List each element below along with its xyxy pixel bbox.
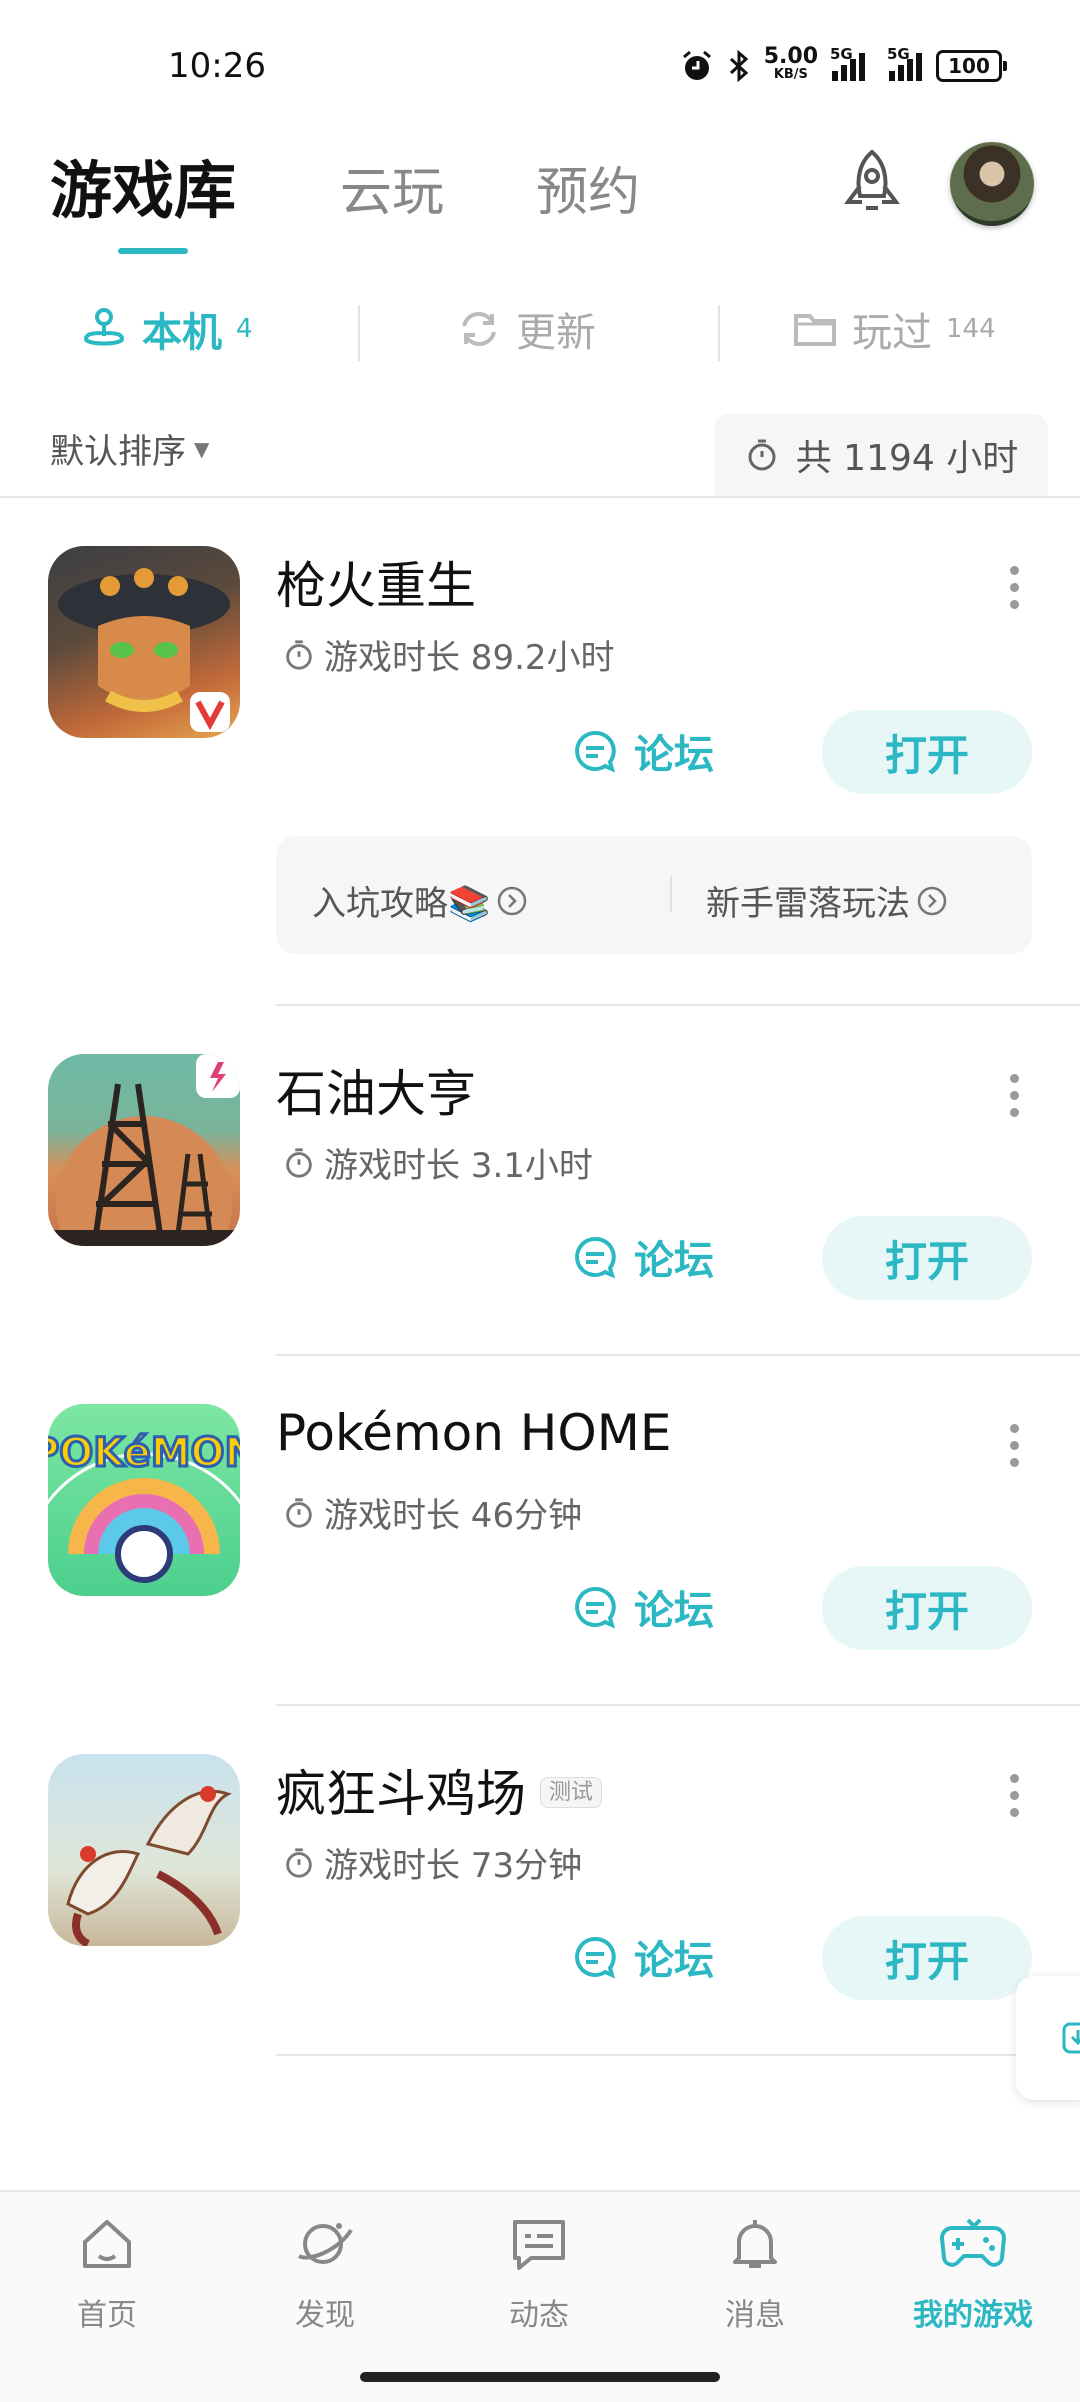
strategy-links: 入坑攻略📚 新手雷落玩法 (276, 836, 1032, 954)
game-playtime: 游戏时长 46分钟 (282, 1488, 582, 1537)
avatar[interactable] (950, 142, 1034, 226)
gamepad-icon (940, 2218, 1006, 2267)
total-playtime: 共 1194 小时 (714, 414, 1048, 496)
more-options-icon[interactable] (1010, 566, 1022, 609)
forum-button[interactable]: 论坛 (572, 1578, 714, 1636)
game-name[interactable]: 石油大亨 (276, 1054, 476, 1126)
stopwatch-icon (286, 1497, 312, 1528)
stopwatch-icon (286, 639, 312, 670)
more-options-icon[interactable] (1010, 1424, 1022, 1467)
row-divider (276, 1004, 1080, 1006)
message-icon (513, 2220, 565, 2270)
strategy-link-newbie[interactable]: 新手雷落玩法 (706, 876, 948, 925)
divider (670, 876, 672, 912)
status-icons: 5.00 KB/S 5G 5G 100 (680, 44, 1007, 84)
open-button[interactable]: 打开 (822, 1916, 1032, 2000)
game-icon-gunfire-reborn[interactable] (48, 546, 240, 738)
game-name[interactable]: 枪火重生 (276, 546, 476, 618)
rooster-icon (66, 1786, 232, 1946)
game-icon-crazy-cockfight[interactable] (48, 1754, 240, 1946)
nav-my-games[interactable]: 我的游戏 (898, 2212, 1048, 2334)
pokeball-icon: POKéMON (48, 1429, 240, 1583)
forum-button[interactable]: 论坛 (572, 1228, 714, 1286)
status-time: 10:26 (168, 46, 266, 86)
nav-feed[interactable]: 动态 (464, 2212, 614, 2334)
caret-down-icon: ▼ (194, 436, 210, 461)
joystick-icon (83, 308, 125, 346)
planet-icon (297, 2223, 353, 2264)
chevron-right-circle-icon (917, 886, 947, 915)
svg-text:POKéMON: POKéMON (48, 1430, 240, 1476)
chevron-right-circle-icon (498, 886, 527, 915)
nav-home[interactable]: 首页 (32, 2212, 182, 2334)
open-button[interactable]: 打开 (822, 710, 1032, 794)
signal-icon: 5G (830, 45, 865, 81)
game-icon-oil-tycoon[interactable] (48, 1054, 240, 1246)
net-speed: 5.00 KB/S (763, 44, 818, 83)
forum-icon (575, 1587, 616, 1629)
strategy-link-beginner[interactable]: 入坑攻略📚 (312, 876, 528, 925)
stopwatch-icon (286, 1147, 312, 1178)
bell-icon (733, 2220, 777, 2268)
battery-icon: 100 (936, 50, 1007, 82)
bluetooth-icon (729, 49, 748, 83)
sort-dropdown[interactable]: 默认排序 ▼ (50, 424, 209, 473)
forum-icon (575, 731, 616, 773)
nav-discover[interactable]: 发现 (250, 2212, 400, 2334)
tab-cloud-play[interactable]: 云玩 (340, 150, 444, 225)
test-badge: 测试 (540, 1776, 603, 1808)
game-playtime: 游戏时长 3.1小时 (282, 1138, 593, 1187)
alarm-icon (682, 50, 711, 80)
refresh-icon (462, 311, 496, 347)
forum-icon (575, 1937, 616, 1979)
stopwatch-icon (286, 1847, 312, 1878)
game-name[interactable]: Pokémon HOME (276, 1404, 671, 1462)
more-options-icon[interactable] (1010, 1774, 1022, 1817)
open-button[interactable]: 打开 (822, 1216, 1032, 1300)
game-icon-pokemon-home[interactable]: POKéMON (48, 1404, 240, 1596)
forum-button[interactable]: 论坛 (572, 722, 714, 780)
game-playtime: 游戏时长 89.2小时 (282, 630, 615, 679)
folder-icon (794, 314, 836, 346)
tab-reservation[interactable]: 预约 (536, 150, 640, 225)
header-divider (0, 496, 1080, 498)
divider (358, 305, 360, 361)
tab-game-library[interactable]: 游戏库 (50, 140, 236, 230)
download-icon (1062, 2022, 1080, 2054)
signal-icon-2: 5G (887, 45, 922, 81)
game-name[interactable]: 疯狂斗鸡场 测试 (276, 1754, 603, 1826)
home-indicator[interactable] (360, 2372, 720, 2382)
subtab-local[interactable]: 本机 4 (80, 300, 253, 358)
divider (718, 305, 720, 361)
fox-character-icon (58, 568, 230, 732)
nav-messages[interactable]: 消息 (680, 2212, 830, 2334)
oil-derrick-icon (48, 1054, 240, 1246)
row-divider (276, 1704, 1080, 1706)
tab-underline (118, 248, 188, 254)
forum-icon (575, 1237, 616, 1279)
row-divider (276, 2054, 1080, 2056)
open-button[interactable]: 打开 (822, 1566, 1032, 1650)
more-options-icon[interactable] (1010, 1074, 1022, 1117)
row-divider (276, 1354, 1080, 1356)
home-icon (83, 2220, 131, 2268)
rocket-icon[interactable] (834, 146, 910, 226)
subtab-played[interactable]: 玩过 144 (792, 300, 996, 358)
forum-button[interactable]: 论坛 (572, 1928, 714, 1986)
subtab-update[interactable]: 更新 (456, 300, 596, 358)
floating-download-tab[interactable] (1016, 1976, 1080, 2100)
stopwatch-icon (748, 439, 776, 471)
game-playtime: 游戏时长 73分钟 (282, 1838, 582, 1887)
